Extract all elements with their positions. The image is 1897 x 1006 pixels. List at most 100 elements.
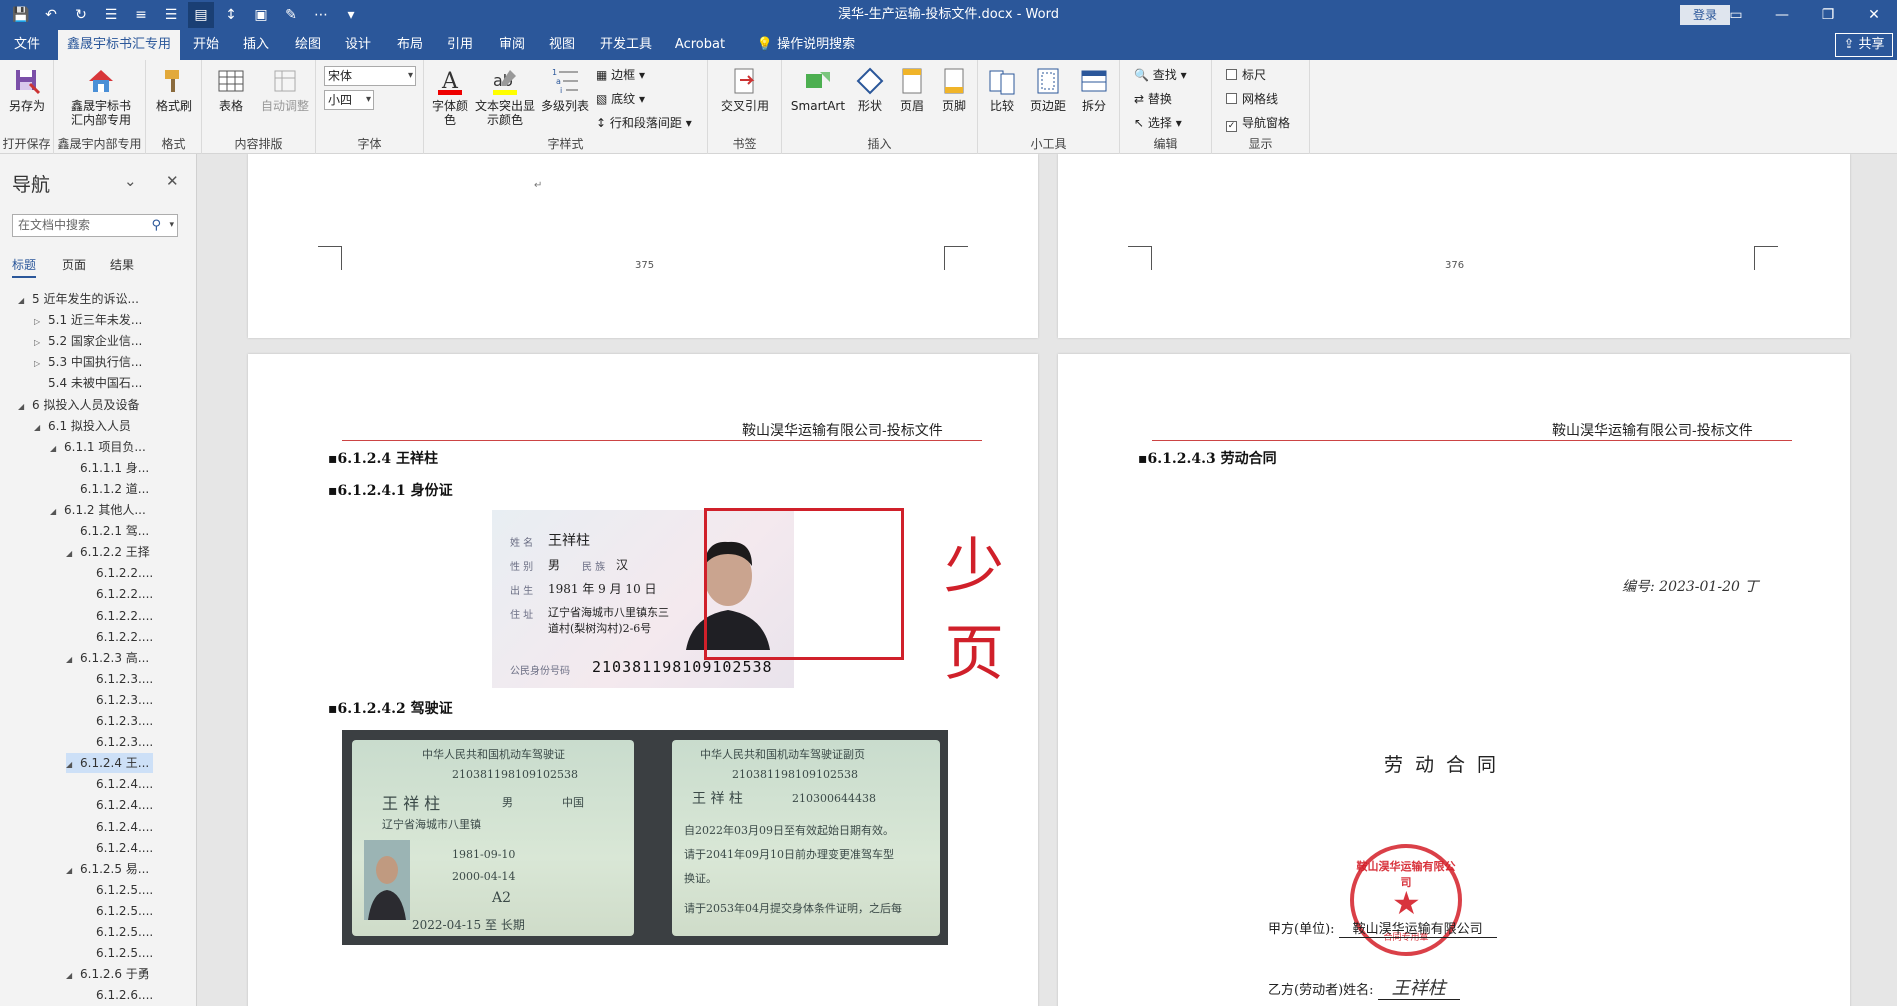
font-color-button[interactable]: A 字体颜色 (430, 66, 470, 127)
spacing-button[interactable]: ↕ 行和段落间距 ▾ (596, 114, 692, 132)
nav-tree-item[interactable]: ◢ 6.1.2 其他人... (50, 500, 146, 520)
nav-tree-item[interactable]: 6.1.2.6.... (82, 985, 153, 1005)
nav-search-input[interactable]: 在文档中搜索 ⚲ ▾ (12, 214, 178, 237)
align-left-icon[interactable]: ☰ (98, 2, 124, 28)
collapse-arrow-icon[interactable]: ◢ (18, 397, 32, 417)
restore-icon[interactable]: ❐ (1805, 0, 1851, 30)
nav-tree-item[interactable]: 6.1.2.1 驾... (66, 521, 149, 541)
tab-references[interactable]: 引用 (440, 30, 480, 60)
nav-tree-item[interactable]: 6.1.2.3.... (82, 711, 153, 731)
save-as-button[interactable]: 另存为 (4, 66, 50, 113)
tab-acrobat[interactable]: Acrobat (672, 30, 728, 60)
multilevel-list-button[interactable]: 1ai 多级列表 (538, 66, 592, 113)
redo-icon[interactable]: ↻ (68, 2, 94, 28)
nav-tree-item[interactable]: ◢ 6.1.1 项目负... (50, 437, 146, 457)
customize-icon[interactable]: ▾ (338, 2, 364, 28)
gridlines-checkbox[interactable]: 网格线 (1226, 90, 1278, 108)
nav-tree-item[interactable]: 6.1.1.2 道... (66, 479, 149, 499)
navpane-checkbox[interactable]: ✓ 导航窗格 (1226, 114, 1290, 132)
tab-draw[interactable]: 绘图 (288, 30, 328, 60)
tab-layout[interactable]: 布局 (390, 30, 430, 60)
tab-design[interactable]: 设计 (338, 30, 378, 60)
nav-tree-item[interactable]: 6.1.2.2.... (82, 563, 153, 583)
line-spacing-icon[interactable]: ↕ (218, 2, 244, 28)
split-button[interactable]: 拆分 (1074, 66, 1114, 113)
tab-xsy[interactable]: 鑫晟宇标书汇专用 (58, 30, 180, 60)
replace-button[interactable]: ⇄ 替换 (1134, 90, 1172, 108)
nav-tree-item[interactable]: ▷ 5.2 国家企业信... (34, 331, 142, 351)
tell-me-search[interactable]: 💡 操作说明搜索 (750, 30, 862, 60)
nav-tree-item[interactable]: 6.1.2.4.... (82, 817, 153, 837)
collapse-arrow-icon[interactable]: ◢ (18, 291, 32, 311)
close-icon[interactable]: ✕ (166, 172, 179, 190)
nav-tree-item[interactable]: ◢ 5 近年发生的诉讼... (18, 289, 139, 309)
nav-tree-item[interactable]: 6.1.2.3.... (82, 732, 153, 752)
nav-tree-item[interactable]: ◢ 6.1.2.5 易... (66, 859, 149, 879)
share-button[interactable]: ⇪ 共享 (1835, 33, 1893, 57)
table-button[interactable]: 表格 (208, 66, 254, 113)
collapse-arrow-icon[interactable]: ◢ (66, 650, 80, 670)
nav-tree-item[interactable]: 5.4 未被中国石... (34, 373, 142, 393)
nav-tab-pages[interactable]: 页面 (62, 256, 86, 273)
undo-icon[interactable]: ↶ (38, 2, 64, 28)
nav-tree-item[interactable]: 6.1.2.5.... (82, 880, 153, 900)
nav-tree-item[interactable]: 6.1.2.4.... (82, 774, 153, 794)
margin-button[interactable]: 页边距 (1026, 66, 1070, 113)
tab-home[interactable]: 开始 (186, 30, 226, 60)
expand-arrow-icon[interactable]: ▷ (34, 354, 48, 374)
align-right-icon[interactable]: ☰ (158, 2, 184, 28)
tab-review[interactable]: 审阅 (492, 30, 532, 60)
nav-tree-item[interactable]: ◢ 6.1 拟投入人员 (34, 416, 131, 436)
chevron-down-icon[interactable]: ⌄ (124, 172, 137, 190)
find-button[interactable]: 🔍 查找 ▾ (1134, 66, 1187, 84)
header-button[interactable]: 页眉 (892, 66, 932, 113)
minimize-icon[interactable]: — (1759, 0, 1805, 30)
nav-tree-item[interactable]: ▷ 5.1 近三年未发... (34, 310, 142, 330)
nav-tree-item[interactable]: 6.1.2.3.... (82, 690, 153, 710)
save-icon[interactable]: 💾 (8, 2, 34, 28)
collapse-arrow-icon[interactable]: ◢ (66, 966, 80, 986)
collapse-arrow-icon[interactable]: ◢ (66, 544, 80, 564)
cross-reference-button[interactable]: 交叉引用 (714, 66, 776, 113)
font-name-select[interactable]: 宋体 (324, 66, 416, 86)
justify-icon[interactable]: ▤ (188, 2, 214, 28)
auto-adjust-button[interactable]: 自动调整 (258, 66, 312, 113)
tab-file[interactable]: 文件 (6, 30, 48, 60)
nav-tree-item[interactable]: 6.1.2.5.... (82, 943, 153, 963)
more-icon[interactable]: ⋯ (308, 2, 334, 28)
save-as-icon[interactable]: ▣ (248, 2, 274, 28)
xsy-button[interactable]: 鑫晟宇标书 汇内部专用 (60, 66, 142, 127)
nav-tree-item[interactable]: ◢ 6.1.2.2 王择 (66, 542, 150, 562)
search-icon[interactable]: ⚲ (151, 215, 161, 236)
nav-tree-item[interactable]: 6.1.2.4.... (82, 795, 153, 815)
nav-tree-item[interactable]: 6.1.2.2.... (82, 584, 153, 604)
tab-developer[interactable]: 开发工具 (596, 30, 656, 60)
nav-tree-item[interactable]: 6.1.2.4.... (82, 838, 153, 858)
nav-tree-item[interactable]: 6.1.2.5.... (82, 901, 153, 921)
nav-tab-headings[interactable]: 标题 (12, 256, 37, 278)
nav-tree-item[interactable]: ▷ 5.3 中国执行信... (34, 352, 142, 372)
collapse-arrow-icon[interactable]: ◢ (66, 755, 80, 775)
collapse-arrow-icon[interactable]: ◢ (50, 502, 64, 522)
nav-tree-item[interactable]: ◢ 6.1.2.4 王... (66, 753, 154, 775)
highlight-button[interactable]: ab 文本突出显 示颜色 (474, 66, 536, 127)
align-center-icon[interactable]: ≡ (128, 2, 154, 28)
nav-tree-item[interactable]: ◢ 6.1.2.3 高... (66, 648, 149, 668)
border-button[interactable]: ▦ 边框 ▾ (596, 66, 645, 84)
smartart-button[interactable]: SmartArt (788, 66, 848, 113)
nav-tree-item[interactable]: 6.1.1.1 身... (66, 458, 149, 478)
shape-button[interactable]: 形状 (850, 66, 890, 113)
nav-tree-item[interactable]: 6.1.2.2.... (82, 627, 153, 647)
nav-tree-item[interactable]: 6.1.2.5.... (82, 922, 153, 942)
close-icon[interactable]: ✕ (1851, 0, 1897, 30)
nav-tab-results[interactable]: 结果 (110, 256, 134, 273)
expand-arrow-icon[interactable]: ▷ (34, 333, 48, 353)
tab-insert[interactable]: 插入 (236, 30, 276, 60)
nav-tree-item[interactable]: 6.1.2.3.... (82, 669, 153, 689)
shading-button[interactable]: ▧ 底纹 ▾ (596, 90, 645, 108)
format-painter-button[interactable]: 格式刷 (150, 66, 198, 113)
nav-tree-item[interactable]: 6.1.2.2.... (82, 606, 153, 626)
font-size-select[interactable]: 小四 (324, 90, 374, 110)
ruler-checkbox[interactable]: 标尺 (1226, 66, 1266, 84)
compare-button[interactable]: 比较 (982, 66, 1022, 113)
